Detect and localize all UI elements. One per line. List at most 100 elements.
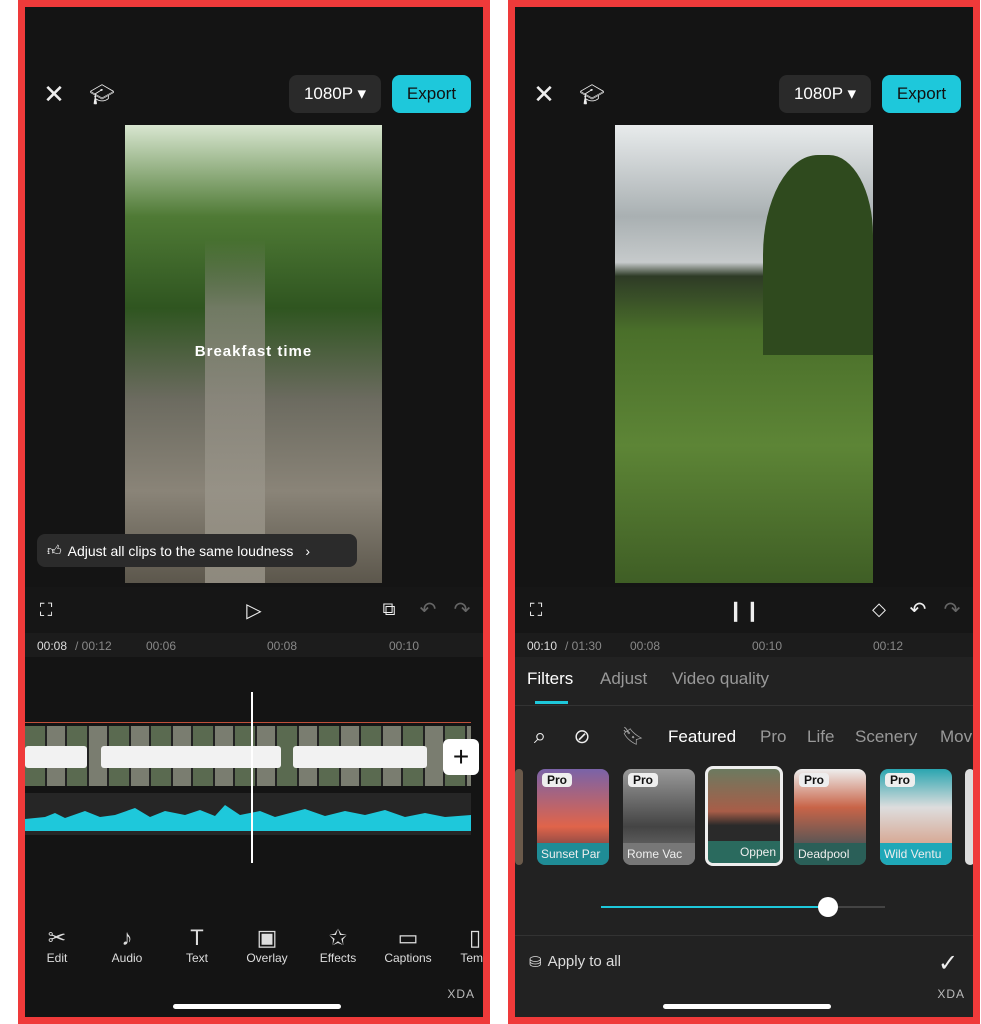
slider-fill (601, 906, 829, 908)
playback-controls: ⛶ ▷ ⧉ ↶ ↷ (25, 587, 483, 633)
tool-label: Audio (111, 951, 143, 965)
stack-icon: ⛁ (529, 954, 542, 971)
ruler-tick: 00:12 (873, 639, 904, 653)
tab-adjust[interactable]: Adjust (600, 669, 647, 689)
overlay-icon: ▣ (256, 925, 278, 950)
undo-icon[interactable]: ↶ (905, 595, 931, 623)
tool-label: Text (185, 951, 208, 965)
keyframe-add-icon[interactable]: ◇ (865, 595, 893, 623)
tutorial-hat-icon[interactable]: 🎓︎ (577, 79, 607, 109)
fullscreen-icon[interactable]: ⛶ (33, 597, 59, 623)
pro-badge: Pro (885, 773, 916, 787)
add-clip-button[interactable]: + (443, 739, 479, 775)
ruler-tick: 00:08 (630, 639, 661, 653)
chevron-right-icon: › (305, 542, 310, 559)
filter-thumb[interactable]: Pro Wild Ventu (880, 769, 952, 865)
filter-name: Rome Vac (623, 843, 695, 865)
filter-name: Sunset Par (537, 843, 609, 865)
active-tab-indicator (535, 701, 568, 704)
audio-waveform[interactable] (25, 793, 471, 835)
transition-markers[interactable] (101, 746, 281, 768)
pro-badge: Pro (542, 773, 573, 787)
tool-label: Edit (46, 951, 68, 965)
xda-watermark: XDA (447, 987, 475, 1001)
no-filter-icon[interactable]: ⊘ (569, 723, 595, 749)
export-button[interactable]: Export (882, 75, 961, 113)
tool-captions[interactable]: ▭ Captions (378, 925, 438, 965)
search-icon[interactable]: ⌕ (527, 723, 553, 749)
notice-text: Adjust all clips to the same loudness (67, 542, 294, 559)
right-phone-screen: ✕ 🎓︎ 1080P ▾ Export ⛶ ❙❙ ◇ ↶ ↷ 00:10 / 0… (508, 0, 980, 1024)
loudness-notice[interactable]: 👍︎ Adjust all clips to the same loudness… (37, 534, 357, 567)
tool-label: Temp (460, 951, 490, 965)
text-icon: T (190, 925, 204, 950)
pro-badge: Pro (628, 773, 659, 787)
resolution-dropdown[interactable]: 1080P ▾ (779, 75, 871, 113)
play-icon[interactable]: ▷ (239, 595, 269, 625)
tool-effects[interactable]: ✩ Effects (308, 925, 368, 965)
current-time: 00:08 (37, 639, 68, 653)
apply-to-all-button[interactable]: ⛁ Apply to all (529, 953, 621, 971)
close-icon[interactable]: ✕ (39, 79, 69, 109)
filter-name: Wild Ventu (880, 843, 952, 865)
category-life[interactable]: Life (807, 727, 834, 747)
ruler-tick: 00:08 (267, 639, 298, 653)
home-indicator (173, 1004, 341, 1009)
fullscreen-icon[interactable]: ⛶ (523, 597, 549, 623)
resolution-dropdown[interactable]: 1080P ▾ (289, 75, 381, 113)
track-marker-line (25, 722, 471, 723)
apply-to-all-label: Apply to all (547, 953, 621, 970)
xda-watermark: XDA (937, 987, 965, 1001)
tool-text[interactable]: T Text (167, 925, 227, 965)
category-movies[interactable]: Mov (940, 727, 972, 747)
filter-thumb[interactable]: Pro Deadpool (794, 769, 866, 865)
home-indicator (663, 1004, 831, 1009)
close-icon[interactable]: ✕ (529, 79, 559, 109)
video-preview: Breakfast time (125, 125, 382, 583)
ruler-tick: 00:10 (389, 639, 420, 653)
redo-icon[interactable]: ↷ (939, 595, 965, 623)
current-time: 00:10 (527, 639, 558, 653)
undo-icon[interactable]: ↶ (415, 595, 441, 623)
ruler-tick: 00:10 (752, 639, 783, 653)
category-pro[interactable]: Pro (760, 727, 786, 747)
playhead[interactable] (251, 692, 253, 863)
video-preview (615, 125, 873, 583)
tool-edit[interactable]: ✂ Edit (27, 925, 87, 965)
left-phone-screen: ✕ 🎓︎ 1080P ▾ Export Breakfast time 👍︎ Ad… (18, 0, 490, 1024)
video-track[interactable] (25, 726, 471, 786)
total-time: / 00:12 (75, 639, 112, 653)
export-button[interactable]: Export (392, 75, 471, 113)
category-scenery[interactable]: Scenery (855, 727, 917, 747)
effects-star-icon: ✩ (328, 925, 348, 950)
thumbs-up-icon: 👍︎ (47, 542, 62, 558)
video-caption[interactable]: Breakfast time (125, 343, 382, 360)
pause-icon[interactable]: ❙❙ (727, 595, 761, 625)
captions-icon: ▭ (397, 925, 419, 950)
ruler-tick: 00:06 (146, 639, 177, 653)
tab-filters[interactable]: Filters (527, 669, 573, 689)
music-note-icon: ♪ (121, 925, 133, 950)
timeline-ruler: 00:10 / 01:30 00:08 00:10 00:12 (515, 633, 973, 657)
filter-thumb[interactable]: Pro Sunset Par (537, 769, 609, 865)
playback-controls: ⛶ ❙❙ ◇ ↶ ↷ (515, 587, 973, 633)
intensity-slider[interactable] (601, 897, 885, 917)
tool-label: Overlay (246, 951, 288, 965)
scissors-icon: ✂ (47, 925, 67, 950)
template-icon: ▯ (468, 925, 482, 950)
redo-icon[interactable]: ↷ (449, 595, 475, 623)
bookmark-icon[interactable]: 🔖︎ (622, 723, 645, 749)
tool-overlay[interactable]: ▣ Overlay (237, 925, 297, 965)
tab-video-quality[interactable]: Video quality (672, 669, 769, 689)
confirm-check-icon[interactable]: ✓ (933, 949, 963, 977)
tutorial-hat-icon[interactable]: 🎓︎ (87, 79, 117, 109)
tool-template[interactable]: ▯ Temp (445, 925, 490, 965)
timeline-ruler: 00:08 / 00:12 00:06 00:08 00:10 (25, 633, 483, 657)
keyframe-off-icon[interactable]: ⧉ (375, 595, 403, 623)
pro-badge: Pro (799, 773, 830, 787)
category-featured[interactable]: Featured (668, 727, 736, 747)
filter-thumb-selected[interactable]: Oppen (705, 766, 783, 866)
tool-label: Captions (384, 951, 432, 965)
filter-thumb[interactable]: Pro Rome Vac (623, 769, 695, 865)
tool-audio[interactable]: ♪ Audio (97, 925, 157, 965)
